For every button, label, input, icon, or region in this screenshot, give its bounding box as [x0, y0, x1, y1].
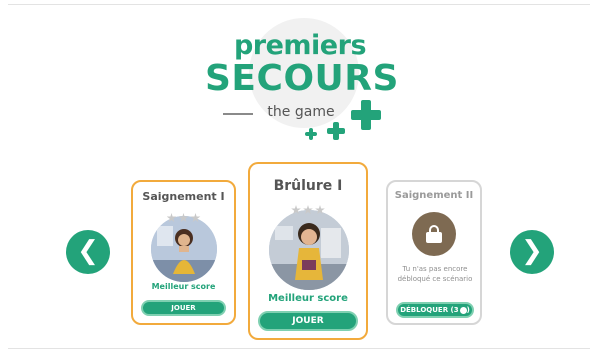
unlock-button-suffix: ) [466, 306, 470, 314]
logo-title-line1: premiers [233, 30, 367, 61]
unlock-button-label: DÉBLOQUER (3 [400, 306, 459, 314]
play-button[interactable]: JOUER [141, 300, 226, 316]
cross-medium-icon [327, 122, 345, 140]
bottom-divider [8, 348, 590, 349]
star-icon [178, 213, 189, 223]
star-icon [303, 205, 313, 215]
scenario-illustration [269, 210, 349, 290]
logo-title-line2: SECOURS [205, 58, 399, 99]
lock-icon [426, 225, 442, 243]
cross-small-icon [305, 128, 317, 140]
top-divider [8, 4, 590, 5]
locked-message: Tu n'as pas encore débloqué ce scénario [397, 265, 473, 283]
star-icon [291, 205, 301, 215]
unlock-button[interactable]: DÉBLOQUER (3) [396, 302, 474, 318]
scenario-card-saignement-1[interactable]: Saignement I Meilleur score JOUER [131, 180, 236, 325]
scenario-illustration [151, 216, 217, 282]
scenario-card-brulure-1[interactable]: Brûlure I Meilleur score JOUER [248, 162, 368, 340]
star-icon [190, 213, 201, 223]
play-button[interactable]: JOUER [258, 311, 358, 331]
locked-illustration [412, 212, 456, 256]
star-icon [315, 205, 325, 215]
star-icon [166, 213, 177, 223]
best-score-label: Meilleur score [268, 293, 348, 304]
coin-icon [459, 306, 467, 314]
star-rating [133, 208, 234, 223]
game-screen: premiers SECOURS the game ❮ ❯ Saignement… [0, 0, 598, 351]
scenario-title: Saignement II [394, 190, 474, 201]
best-score-label: Meilleur score [151, 282, 216, 291]
game-logo: premiers SECOURS the game [205, 18, 399, 148]
scenario-card-saignement-2[interactable]: Saignement II Tu n'as pas encore débloqu… [386, 180, 482, 325]
scenario-title: Saignement I [142, 190, 225, 203]
next-arrow-button[interactable]: ❯ [510, 230, 554, 274]
scenario-title: Brûlure I [273, 178, 343, 194]
previous-arrow-button[interactable]: ❮ [66, 230, 110, 274]
star-rating [250, 200, 366, 215]
cross-large-icon [351, 100, 381, 130]
